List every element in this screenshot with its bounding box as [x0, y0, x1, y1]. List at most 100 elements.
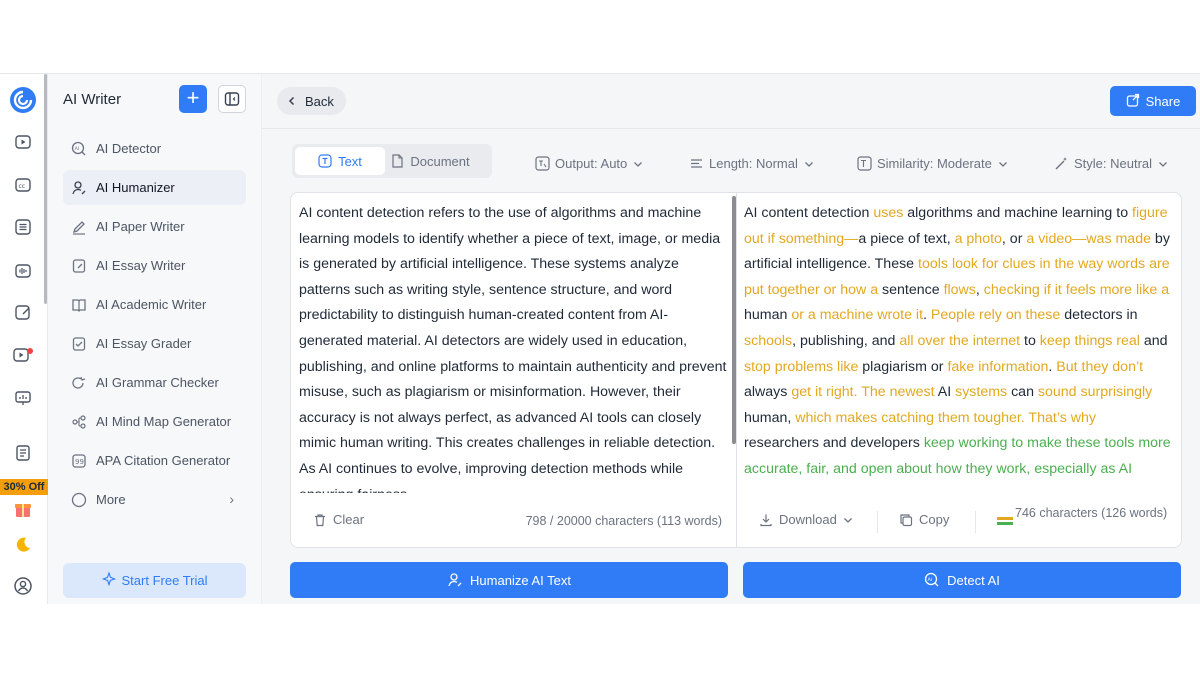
style-dropdown[interactable]: Style: Neutral — [1054, 156, 1168, 171]
sidebar-item-more[interactable]: More › — [63, 482, 246, 517]
svg-text:AI: AI — [75, 146, 80, 152]
changed-phrase: all over the internet — [899, 332, 1021, 349]
unchanged-text: , — [975, 281, 984, 298]
rail-scrollbar[interactable] — [44, 74, 47, 304]
chevron-down-icon — [1158, 159, 1168, 169]
copy-icon — [899, 513, 913, 527]
copy-button[interactable]: Copy — [899, 512, 949, 527]
copy-label: Copy — [919, 512, 950, 527]
document-icon[interactable] — [12, 442, 34, 464]
humanizer-icon — [70, 179, 88, 197]
video-icon[interactable] — [12, 131, 34, 153]
unchanged-text: sentence — [878, 281, 944, 298]
changed-phrase: sound surprisingly — [1037, 384, 1153, 401]
changed-phrase: schools — [744, 332, 793, 349]
divider — [975, 511, 976, 533]
sidebar-item-label: AI Humanizer — [96, 180, 175, 195]
input-textarea[interactable]: AI content detection refers to the use o… — [299, 201, 729, 493]
sidebar-title: AI Writer — [63, 91, 122, 108]
changed-phrase: keep things real — [1039, 332, 1140, 349]
clear-button[interactable]: Clear — [313, 512, 364, 527]
trial-label: Start Free Trial — [121, 573, 208, 588]
user-icon[interactable] — [12, 575, 34, 597]
changed-phrase: systems — [955, 384, 1008, 401]
more-icon — [70, 491, 88, 509]
plus-icon: + — [186, 85, 200, 110]
changed-phrase: checking if it feels more like a — [983, 281, 1170, 298]
collapse-sidebar-button[interactable] — [218, 85, 246, 113]
changed-phrase: which makes catching them tougher. That’… — [795, 409, 1096, 426]
download-button[interactable]: Download — [759, 512, 853, 527]
audio-icon[interactable] — [12, 260, 34, 282]
detect-label: Detect AI — [947, 572, 1000, 588]
similarity-dropdown[interactable]: Similarity: Moderate — [857, 156, 1008, 171]
changed-phrase: a photo — [954, 230, 1002, 247]
citation-icon: 99 — [70, 452, 88, 470]
changed-phrase: stop problems like — [744, 358, 859, 375]
sidebar-item-apa-citation-generator[interactable]: 99 APA Citation Generator — [63, 443, 246, 478]
sidebar-item-ai-mind-map-generator[interactable]: AI Mind Map Generator — [63, 404, 246, 439]
add-button[interactable]: + — [179, 85, 207, 113]
gift-icon[interactable] — [12, 498, 34, 520]
humanize-label: Humanize AI Text — [470, 572, 571, 588]
sidebar: AI Writer + AI AI Detector AI Humanizer … — [48, 74, 262, 604]
back-label: Back — [305, 93, 334, 109]
sidebar-item-ai-detector[interactable]: AI AI Detector — [63, 131, 246, 166]
chevron-down-icon — [998, 159, 1008, 169]
svg-text:cc: cc — [19, 183, 26, 190]
list-icon[interactable] — [12, 216, 34, 238]
sidebar-item-ai-grammar-checker[interactable]: AI Grammar Checker — [63, 365, 246, 400]
changed-phrase: or a machine wrote it — [791, 307, 924, 324]
main-panel: Back Share Text Document Output: Auto Le… — [262, 74, 1200, 604]
unchanged-text: , or — [1001, 230, 1027, 247]
presentation-icon[interactable] — [12, 387, 34, 409]
edit-image-icon[interactable] — [12, 301, 34, 323]
promo-badge[interactable]: 30% Off — [0, 479, 48, 495]
logo-icon[interactable] — [9, 86, 37, 114]
sidebar-item-ai-essay-grader[interactable]: AI Essay Grader — [63, 326, 246, 361]
sidebar-item-ai-essay-writer[interactable]: AI Essay Writer — [63, 248, 246, 283]
input-mode-switch: Text Document — [292, 144, 492, 178]
changed-phrase: People rely on these — [930, 307, 1061, 324]
back-button[interactable]: Back — [277, 87, 346, 115]
input-character-count: 798 / 20000 characters (113 words) — [525, 514, 722, 528]
moon-icon[interactable] — [12, 534, 34, 556]
output-label: Output: Auto — [555, 156, 628, 171]
detect-ai-button[interactable]: AI Detect AI — [743, 562, 1181, 598]
sidebar-item-ai-academic-writer[interactable]: AI Academic Writer — [63, 287, 246, 322]
unchanged-text: can — [1007, 384, 1038, 401]
download-label: Download — [779, 512, 837, 527]
changed-phrase: flows — [943, 281, 976, 298]
output-language-dropdown[interactable]: Output: Auto — [535, 156, 643, 171]
sidebar-item-label: AI Grammar Checker — [96, 375, 219, 390]
changed-phrase: uses — [873, 205, 904, 221]
sidebar-item-ai-humanizer[interactable]: AI Humanizer — [63, 170, 246, 205]
length-dropdown[interactable]: Length: Normal — [689, 156, 814, 171]
record-icon[interactable] — [12, 344, 34, 366]
divider — [877, 511, 878, 533]
tab-document[interactable]: Document — [385, 147, 475, 175]
editor-card: AI content detection refers to the use o… — [290, 192, 1182, 548]
change-legend-icon — [997, 517, 1013, 527]
start-free-trial-button[interactable]: Start Free Trial — [63, 563, 246, 598]
share-label: Share — [1145, 93, 1181, 109]
svg-text:99: 99 — [75, 458, 84, 466]
magic-wand-icon — [1054, 156, 1069, 171]
sidebar-item-label: AI Academic Writer — [96, 297, 207, 312]
tab-text-label: Text — [338, 153, 362, 169]
output-text[interactable]: AI content detection uses algorithms and… — [744, 201, 1174, 493]
input-scrollbar[interactable] — [732, 196, 736, 444]
sidebar-item-ai-paper-writer[interactable]: AI Paper Writer — [63, 209, 246, 244]
chevron-left-icon — [287, 94, 297, 109]
clear-label: Clear — [333, 512, 365, 527]
sidebar-item-label: AI Essay Grader — [96, 336, 192, 351]
tab-text[interactable]: Text — [295, 147, 385, 175]
similarity-icon — [857, 156, 872, 171]
share-button[interactable]: Share — [1110, 86, 1196, 116]
humanize-ai-text-button[interactable]: Humanize AI Text — [290, 562, 728, 598]
trash-icon — [313, 513, 327, 527]
caption-icon[interactable]: cc — [12, 174, 34, 196]
unchanged-text: a piece of text, — [858, 230, 955, 247]
icon-rail: cc 30% Off — [0, 74, 48, 604]
sidebar-item-label: AI Essay Writer — [96, 258, 186, 273]
